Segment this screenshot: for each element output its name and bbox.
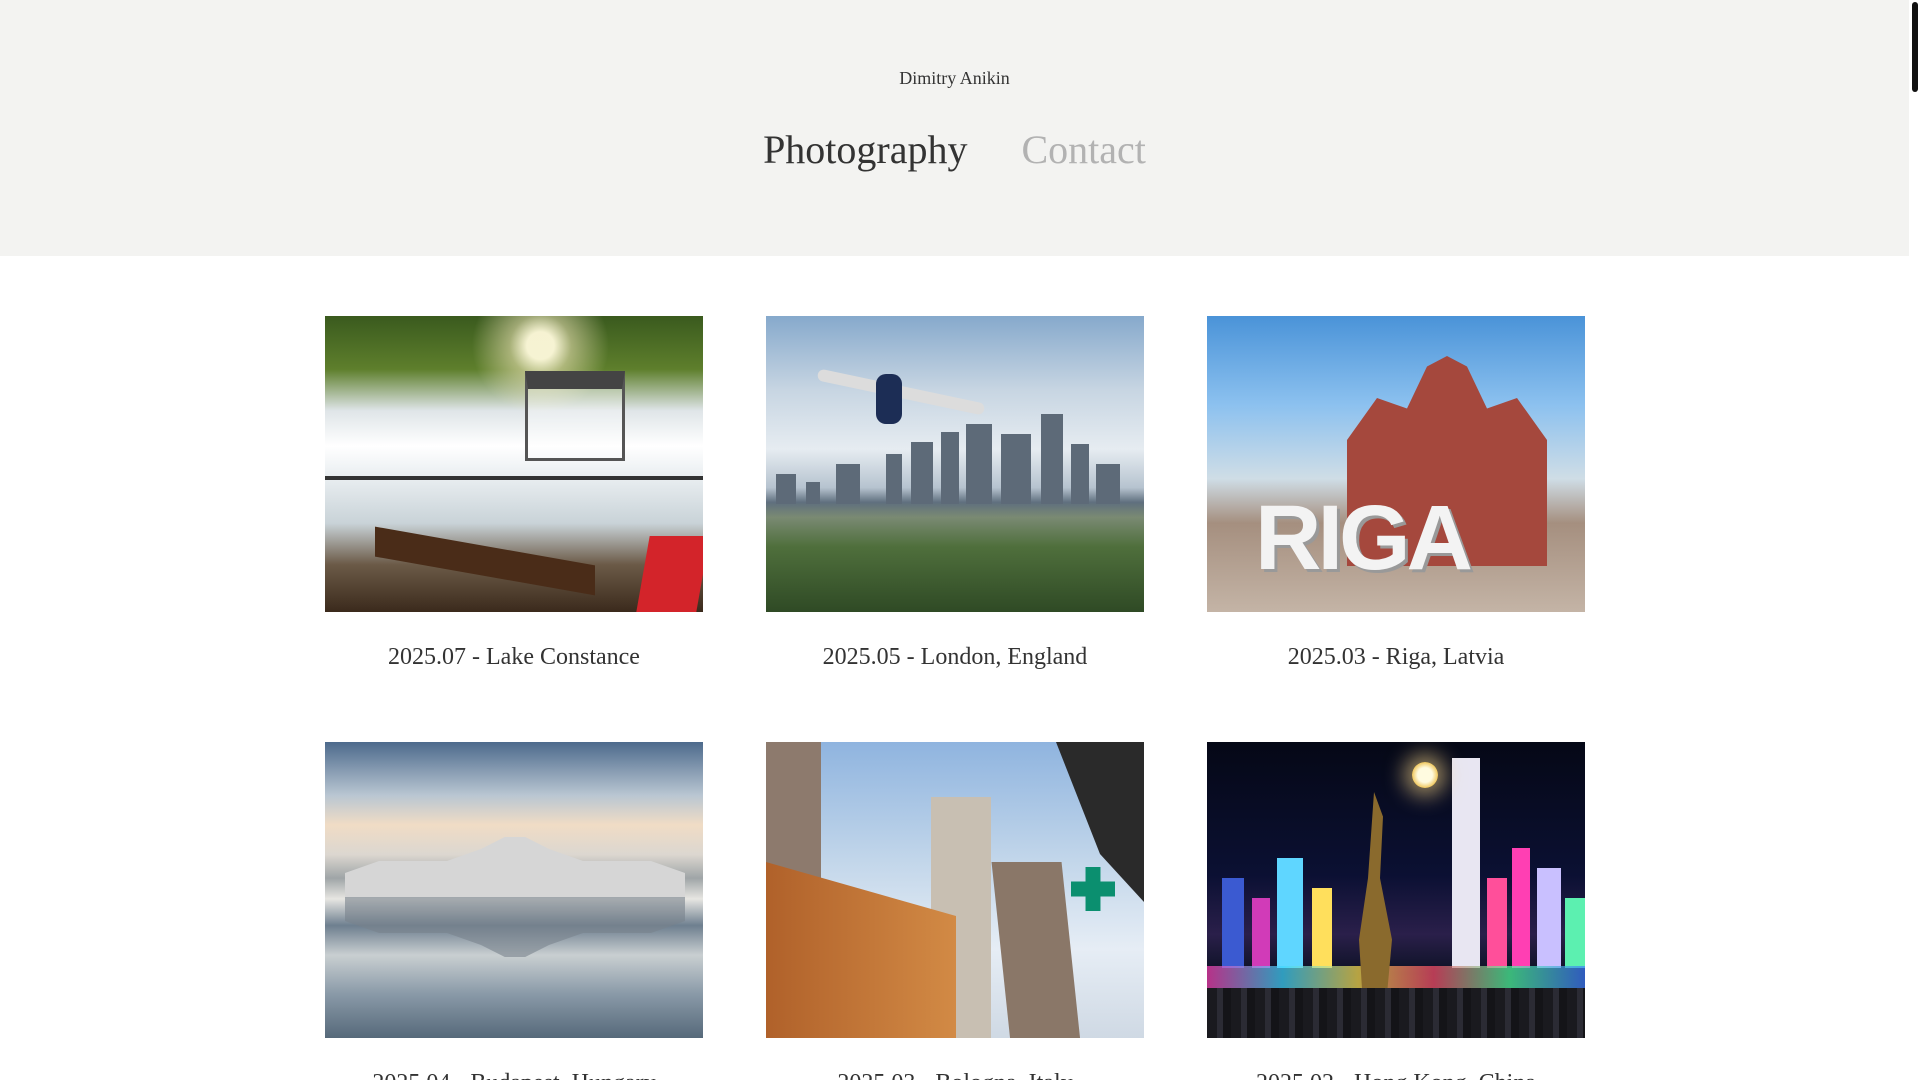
gallery-thumbnail[interactable] (766, 316, 1144, 612)
gallery-item-bologna[interactable]: 2025.03 - Bologna, Italy (766, 742, 1144, 1080)
photo-crowd (1207, 988, 1585, 1038)
gallery-item-riga[interactable]: RIGA 2025.03 - Riga, Latvia (1207, 316, 1585, 672)
gallery-thumbnail[interactable] (325, 316, 703, 612)
photo-railing (325, 476, 703, 480)
gallery-item-budapest[interactable]: 2025.04 - Budapest, Hungary (325, 742, 703, 1080)
gallery-item-hong-kong[interactable]: 2025.02 - Hong Kong, China (1207, 742, 1585, 1080)
gallery-caption[interactable]: 2025.03 - Riga, Latvia (1207, 642, 1585, 672)
photo-wall (766, 742, 821, 882)
gallery-item-london[interactable]: 2025.05 - London, England (766, 316, 1144, 672)
photo-lamp (1412, 762, 1438, 788)
photo-pharmacy-cross (1071, 867, 1115, 911)
photo-tower (991, 862, 1081, 1038)
photo-plane-body (876, 374, 902, 424)
gallery-caption[interactable]: 2025.04 - Budapest, Hungary (325, 1068, 703, 1080)
photo-gazebo (525, 371, 625, 461)
photo-deckchair (636, 536, 703, 612)
photo-reflection (345, 897, 685, 957)
photo-bench (375, 526, 595, 596)
gallery-caption[interactable]: 2025.02 - Hong Kong, China (1207, 1068, 1585, 1080)
gallery-thumbnail[interactable]: RIGA (1207, 316, 1585, 612)
photo-parliament (345, 837, 685, 897)
scrollbar[interactable] (1909, 0, 1920, 1080)
site-name[interactable]: Dimitry Anikin (0, 68, 1909, 89)
gallery-caption[interactable]: 2025.03 - Bologna, Italy (766, 1068, 1144, 1080)
site-header: Dimitry Anikin Photography Contact (0, 0, 1909, 256)
photo-harbour (1207, 966, 1585, 988)
gallery-item-lake-constance[interactable]: 2025.07 - Lake Constance (325, 316, 703, 672)
gallery-thumbnail[interactable] (1207, 742, 1585, 1038)
nav-photography[interactable]: Photography (763, 126, 967, 173)
gallery-thumbnail[interactable] (325, 742, 703, 1038)
nav-contact[interactable]: Contact (1022, 126, 1146, 173)
main-nav: Photography Contact (0, 126, 1909, 173)
scrollbar-thumb[interactable] (1912, 2, 1918, 92)
gallery-caption[interactable]: 2025.05 - London, England (766, 642, 1144, 672)
gallery-thumbnail[interactable] (766, 742, 1144, 1038)
gallery-grid: 2025.07 - Lake Constance 2025.05 - Londo… (325, 316, 1585, 1080)
photo-orange-wall (766, 862, 956, 1038)
photo-riga-sign: RIGA (1255, 487, 1473, 589)
gallery-caption[interactable]: 2025.07 - Lake Constance (325, 642, 703, 672)
